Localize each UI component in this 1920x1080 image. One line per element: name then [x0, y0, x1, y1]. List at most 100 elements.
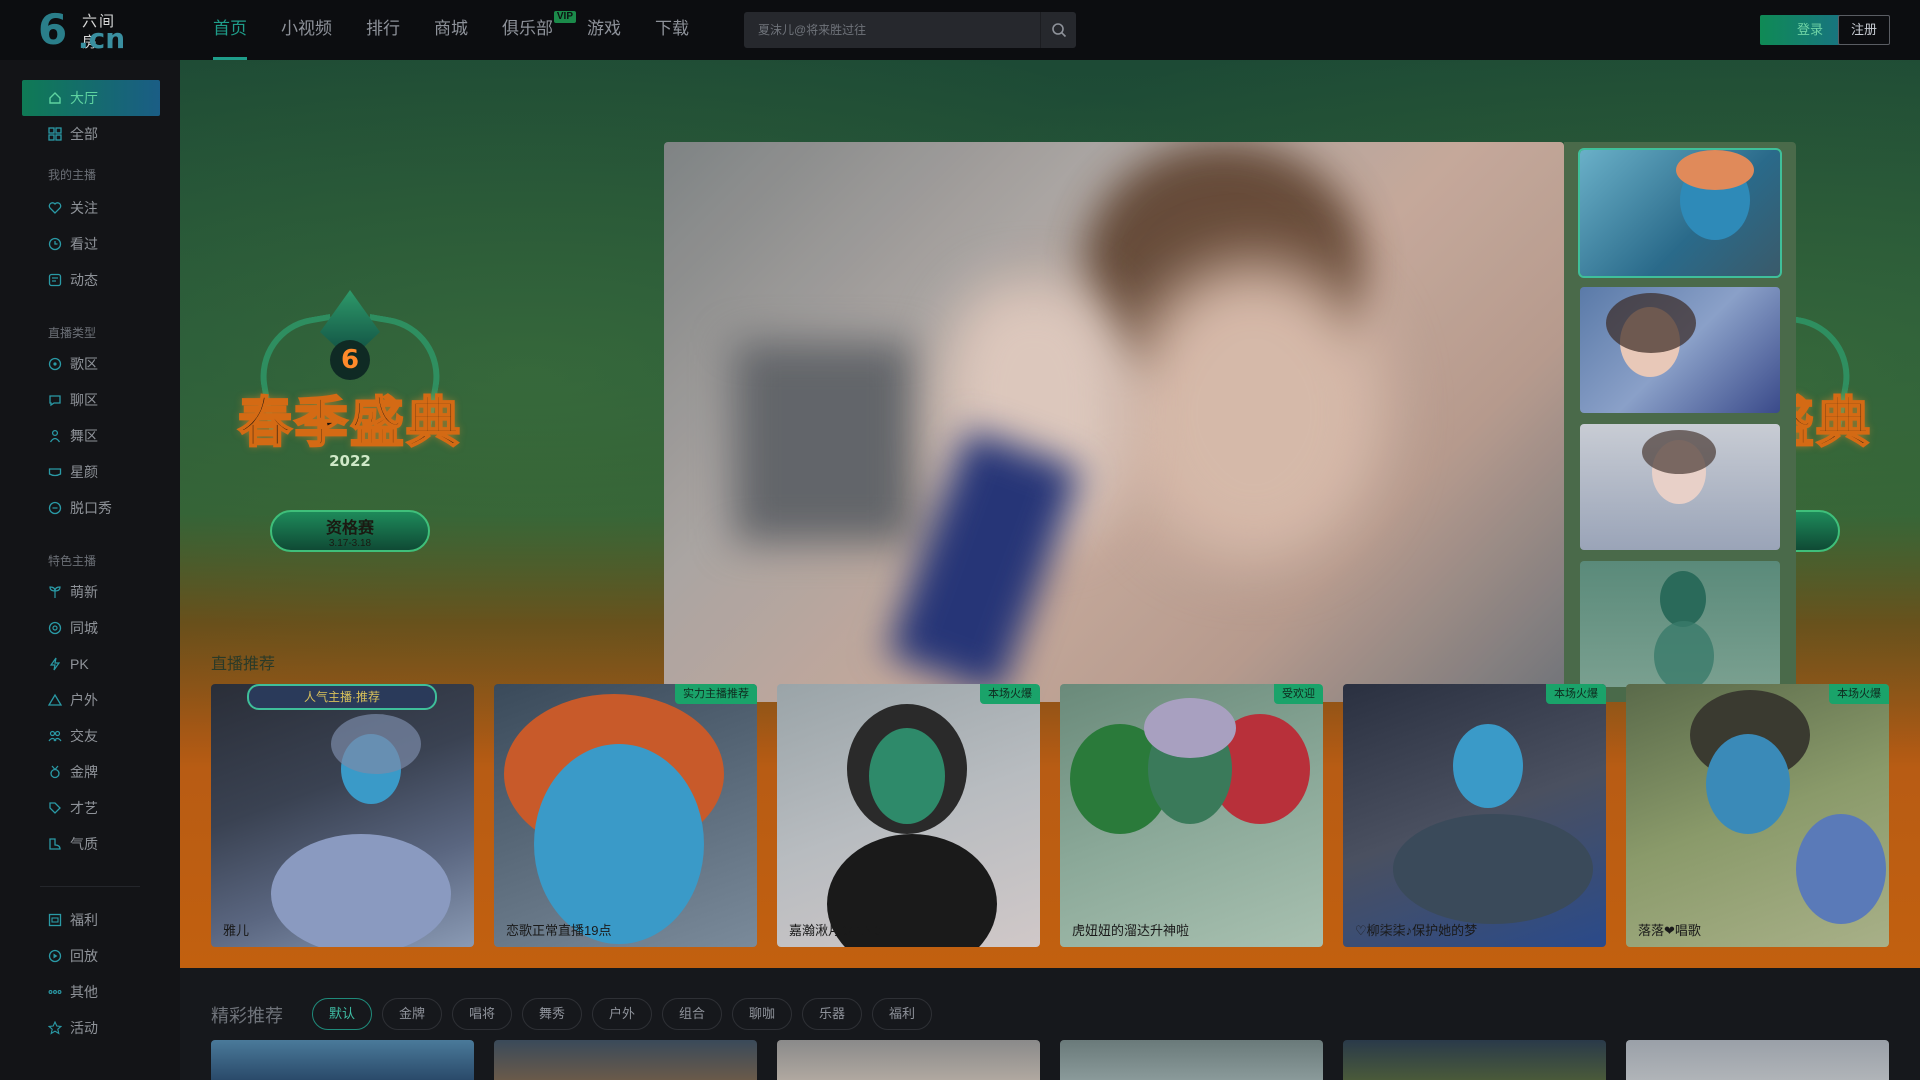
search-button[interactable] — [1040, 12, 1076, 48]
filter-chip-outdoor[interactable]: 户外 — [592, 998, 653, 1030]
sidebar-item-dating[interactable]: 交友 — [22, 718, 160, 754]
sidebar-item-chat[interactable]: 聊区 — [22, 382, 160, 418]
sidebar-item-welfare[interactable]: 福利 — [22, 902, 160, 938]
lightning-icon — [48, 657, 62, 671]
replay-icon — [48, 949, 62, 963]
grid-icon — [48, 127, 62, 141]
filter-chip-default[interactable]: 默认 — [312, 998, 373, 1030]
sidebar-item-talkshow[interactable]: 脱口秀 — [22, 490, 160, 526]
filter-chip-welfare[interactable]: 福利 — [872, 998, 933, 1030]
logo-domain: .cn — [78, 22, 126, 55]
filter-chip-chat[interactable]: 聊咖 — [732, 998, 793, 1030]
thumb-face — [1660, 571, 1706, 627]
sidebar-item-all[interactable]: 全部 — [22, 116, 160, 152]
location-icon — [48, 621, 62, 635]
gift-icon — [48, 913, 62, 927]
more-icon — [48, 985, 62, 999]
search-input[interactable] — [744, 12, 1040, 48]
filter-chip-group[interactable]: 组合 — [662, 998, 723, 1030]
card-face — [1706, 734, 1790, 834]
feed-icon — [48, 273, 62, 287]
sidebar-section-featured: 特色主播 — [48, 554, 97, 568]
tag-icon — [48, 801, 62, 815]
sidebar-item-watched[interactable]: 看过 — [22, 226, 160, 262]
thumb-hair — [1642, 430, 1716, 474]
stream-card[interactable]: 本场火爆 落落❤唱歌 — [1626, 684, 1889, 947]
card-caption: ♡柳柒柒♪保护她的梦 — [1355, 923, 1478, 938]
thumb-hair — [1676, 150, 1754, 190]
sidebar-item-feed[interactable]: 动态 — [22, 262, 160, 298]
stream-card[interactable]: 本场火爆 ♡柳柒柒♪保护她的梦 — [1343, 684, 1606, 947]
sidebar-item-city[interactable]: 同城 — [22, 610, 160, 646]
main-nav: 首页 小视频 排行 商城 俱乐部 VIP 游戏 下载 — [196, 0, 706, 60]
sidebar-item-replay[interactable]: 回放 — [22, 938, 160, 974]
chat-icon — [48, 393, 62, 407]
person-icon — [48, 429, 62, 443]
sidebar-item-hall[interactable]: 大厅 — [22, 80, 160, 116]
sidebar-item-song[interactable]: 歌区 — [22, 346, 160, 382]
speech-icon — [48, 501, 62, 515]
card-caption: 落落❤唱歌 — [1638, 923, 1701, 938]
filter-chip-instrument[interactable]: 乐器 — [802, 998, 863, 1030]
recommend-card[interactable] — [211, 1040, 474, 1080]
nav-download[interactable]: 下载 — [638, 0, 706, 60]
nav-short-video[interactable]: 小视频 — [264, 0, 349, 60]
sidebar-item-outdoor[interactable]: 户外 — [22, 682, 160, 718]
nav-club[interactable]: 俱乐部 VIP — [485, 0, 576, 60]
stream-card[interactable]: 受欢迎 虎妞妞的溜达升神啦 — [1060, 684, 1323, 947]
site-logo[interactable]: 6 六间房 .cn — [38, 8, 130, 56]
register-button[interactable]: 注册 — [1838, 15, 1890, 45]
search-box — [744, 12, 1076, 48]
card-tag: 实力主播推荐 — [675, 684, 757, 704]
emblem-pill: 资格赛 3.17-3.18 — [270, 510, 430, 552]
stream-thumbnail[interactable] — [1580, 287, 1780, 413]
card-caption: 恋歌正常直播19点 — [506, 923, 612, 938]
sidebar-item-pk[interactable]: PK — [22, 646, 160, 682]
music-icon — [48, 357, 62, 371]
sprout-icon — [48, 585, 62, 599]
sidebar-item-dance[interactable]: 舞区 — [22, 418, 160, 454]
recommend-card[interactable] — [1343, 1040, 1606, 1080]
filter-chip-dance[interactable]: 舞秀 — [522, 998, 583, 1030]
event-emblem-left[interactable]: 6 春季盛典 2022 资格赛 3.17-3.18 — [210, 290, 490, 570]
sidebar-item-temperament[interactable]: 气质 — [22, 826, 160, 862]
sidebar-item-gold[interactable]: 金牌 — [22, 754, 160, 790]
sidebar-item-star[interactable]: 星颜 — [22, 454, 160, 490]
sidebar-item-talent[interactable]: 才艺 — [22, 790, 160, 826]
card-tag: 本场火爆 — [1546, 684, 1606, 704]
recommend-card[interactable] — [777, 1040, 1040, 1080]
nav-ranking[interactable]: 排行 — [349, 0, 417, 60]
mountain-icon — [48, 693, 62, 707]
nav-games[interactable]: 游戏 — [570, 0, 638, 60]
recommend-card[interactable] — [494, 1040, 757, 1080]
stream-thumbnail[interactable] — [1578, 148, 1782, 278]
stream-card[interactable]: 人气主播·推荐 雅儿 — [211, 684, 474, 947]
stream-thumbnail[interactable] — [1580, 424, 1780, 550]
card-caption: 嘉瀚湫月0小时0 — [789, 923, 882, 938]
recommend-card[interactable] — [1626, 1040, 1889, 1080]
card-face — [869, 728, 945, 824]
nav-home[interactable]: 首页 — [196, 0, 264, 60]
card-ribbon: 人气主播·推荐 — [247, 684, 437, 710]
sidebar-item-follow[interactable]: 关注 — [22, 190, 160, 226]
card-tag: 受欢迎 — [1274, 684, 1323, 704]
sidebar-item-newbie[interactable]: 萌新 — [22, 574, 160, 610]
sidebar-divider — [40, 886, 140, 887]
stream-card[interactable]: 实力主播推荐 恋歌正常直播19点 — [494, 684, 757, 947]
thumb-hair — [1606, 293, 1696, 353]
stream-thumbnail[interactable] — [1580, 561, 1780, 687]
filter-chip-gold[interactable]: 金牌 — [382, 998, 443, 1030]
sidebar-item-other[interactable]: 其他 — [22, 974, 160, 1010]
card-face — [534, 744, 704, 944]
recommend-card[interactable] — [1060, 1040, 1323, 1080]
filter-chip-singer[interactable]: 唱将 — [452, 998, 513, 1030]
home-icon — [48, 91, 62, 105]
thumb-hair — [1654, 621, 1714, 687]
nav-mall[interactable]: 商城 — [417, 0, 485, 60]
live-video-player[interactable] — [664, 142, 1564, 702]
card-flower — [1796, 814, 1886, 924]
sidebar: 大厅 全部 我的主播 关注 看过 动态 直播类型 歌区 聊区 舞区 星颜 脱口秀… — [0, 60, 180, 1080]
stream-card[interactable]: 本场火爆 嘉瀚湫月0小时0 — [777, 684, 1040, 947]
sidebar-item-activity[interactable]: 活动 — [22, 1010, 160, 1046]
heart-icon — [48, 201, 62, 215]
